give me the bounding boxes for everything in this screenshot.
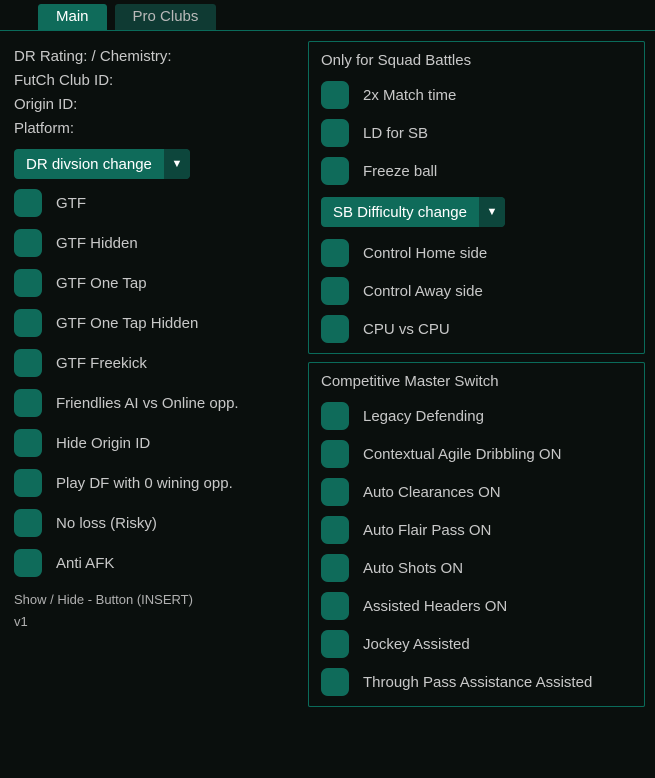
chevron-down-icon: ▼ xyxy=(164,149,190,179)
check-label: Through Pass Assistance Assisted xyxy=(363,674,592,691)
check-label: Hide Origin ID xyxy=(56,435,150,452)
info-futch-club-id: FutCh Club ID: xyxy=(14,69,302,93)
check-label: Auto Flair Pass ON xyxy=(363,522,491,539)
check-gtf-one-tap[interactable] xyxy=(14,269,42,297)
check-no-loss-risky[interactable] xyxy=(14,509,42,537)
check-cpu-vs-cpu[interactable] xyxy=(321,315,349,343)
check-label: GTF Hidden xyxy=(56,235,138,252)
check-friendlies-ai-vs-online[interactable] xyxy=(14,389,42,417)
check-label: Friendlies AI vs Online opp. xyxy=(56,395,239,412)
check-label: GTF Freekick xyxy=(56,355,147,372)
tab-main[interactable]: Main xyxy=(38,4,107,30)
check-play-df-0-winning[interactable] xyxy=(14,469,42,497)
left-column: DR Rating: / Chemistry: FutCh Club ID: O… xyxy=(14,41,302,707)
check-label: Assisted Headers ON xyxy=(363,598,507,615)
check-label: LD for SB xyxy=(363,125,428,142)
check-label: Auto Shots ON xyxy=(363,560,463,577)
master-switch-panel: Competitive Master Switch Legacy Defendi… xyxy=(308,362,645,707)
check-through-pass-assistance[interactable] xyxy=(321,668,349,696)
check-anti-afk[interactable] xyxy=(14,549,42,577)
check-gtf-hidden[interactable] xyxy=(14,229,42,257)
check-legacy-defending[interactable] xyxy=(321,402,349,430)
dr-division-label: DR divsion change xyxy=(14,156,164,173)
check-label: Freeze ball xyxy=(363,163,437,180)
check-label: Jockey Assisted xyxy=(363,636,470,653)
check-label: Auto Clearances ON xyxy=(363,484,501,501)
check-auto-flair-pass[interactable] xyxy=(321,516,349,544)
check-gtf[interactable] xyxy=(14,189,42,217)
check-label: Anti AFK xyxy=(56,555,114,572)
footer-version: v1 xyxy=(14,611,302,633)
squad-battles-panel: Only for Squad Battles 2x Match time LD … xyxy=(308,41,645,354)
sb-difficulty-dropdown[interactable]: SB Difficulty change ▼ xyxy=(321,197,505,227)
check-control-away-side[interactable] xyxy=(321,277,349,305)
check-control-home-side[interactable] xyxy=(321,239,349,267)
check-label: No loss (Risky) xyxy=(56,515,157,532)
check-label: 2x Match time xyxy=(363,87,456,104)
check-label: CPU vs CPU xyxy=(363,321,450,338)
tab-pro-clubs[interactable]: Pro Clubs xyxy=(115,4,217,30)
sb-difficulty-label: SB Difficulty change xyxy=(321,204,479,221)
check-contextual-agile-dribbling[interactable] xyxy=(321,440,349,468)
chevron-down-icon: ▼ xyxy=(479,197,505,227)
check-hide-origin-id[interactable] xyxy=(14,429,42,457)
check-label: GTF One Tap Hidden xyxy=(56,315,198,332)
check-2x-match-time[interactable] xyxy=(321,81,349,109)
info-dr-rating: DR Rating: / Chemistry: xyxy=(14,45,302,69)
check-label: Legacy Defending xyxy=(363,408,484,425)
check-label: Control Home side xyxy=(363,245,487,262)
check-label: Contextual Agile Dribbling ON xyxy=(363,446,561,463)
right-column: Only for Squad Battles 2x Match time LD … xyxy=(308,41,645,707)
check-jockey-assisted[interactable] xyxy=(321,630,349,658)
check-auto-shots[interactable] xyxy=(321,554,349,582)
tabs-bar: Main Pro Clubs xyxy=(0,0,655,31)
info-platform: Platform: xyxy=(14,117,302,141)
footer-show-hide: Show / Hide - Button (INSERT) xyxy=(14,589,302,611)
check-ld-for-sb[interactable] xyxy=(321,119,349,147)
check-freeze-ball[interactable] xyxy=(321,157,349,185)
dr-division-dropdown[interactable]: DR divsion change ▼ xyxy=(14,149,190,179)
check-gtf-freekick[interactable] xyxy=(14,349,42,377)
check-label: Control Away side xyxy=(363,283,483,300)
check-label: Play DF with 0 wining opp. xyxy=(56,475,233,492)
check-auto-clearances[interactable] xyxy=(321,478,349,506)
master-switch-title: Competitive Master Switch xyxy=(321,373,632,390)
check-label: GTF xyxy=(56,195,86,212)
squad-battles-title: Only for Squad Battles xyxy=(321,52,632,69)
check-assisted-headers[interactable] xyxy=(321,592,349,620)
check-gtf-one-tap-hidden[interactable] xyxy=(14,309,42,337)
check-label: GTF One Tap xyxy=(56,275,147,292)
info-origin-id: Origin ID: xyxy=(14,93,302,117)
